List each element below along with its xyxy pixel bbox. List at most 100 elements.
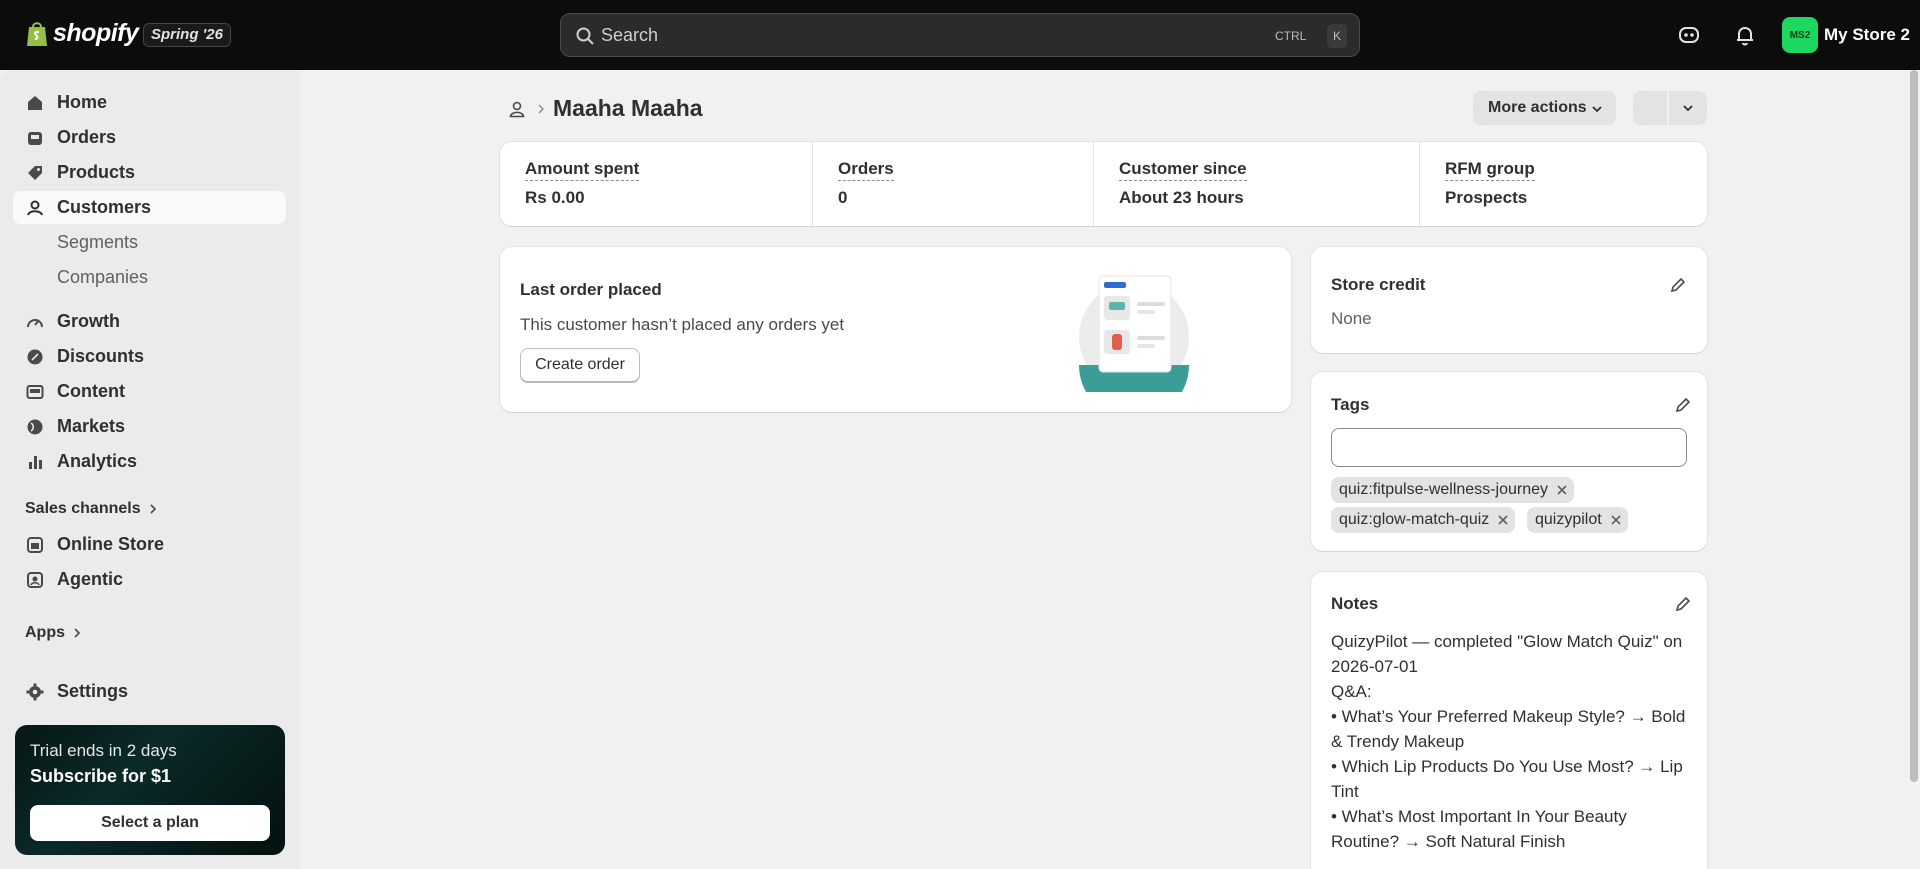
sidebar-item-customers[interactable]: Customers xyxy=(13,191,286,224)
tag-chip: quizypilot xyxy=(1527,507,1628,533)
customer-stats-card: Amount spent Rs 0.00 Orders 0 Customer s… xyxy=(500,142,1707,226)
stat-label[interactable]: RFM group xyxy=(1445,159,1535,181)
stat-orders: Orders 0 xyxy=(813,142,919,226)
close-icon[interactable] xyxy=(1610,514,1622,526)
gauge-icon xyxy=(27,318,43,327)
sidebar-item-markets[interactable]: Markets xyxy=(13,410,286,443)
sidebar-item-home[interactable]: Home xyxy=(13,86,286,119)
sidebar-item-label: Customers xyxy=(57,197,152,217)
sidebar-item-settings[interactable]: Settings xyxy=(13,675,286,708)
sidebar-item-label: Content xyxy=(57,381,125,401)
more-actions-button[interactable]: More actions xyxy=(1473,91,1616,125)
previous-customer-button[interactable] xyxy=(1633,91,1667,125)
apps-header[interactable]: Apps xyxy=(25,624,83,642)
shopify-bag-icon xyxy=(27,21,47,46)
chevron-down-icon xyxy=(1592,106,1602,113)
sidekick-icon[interactable] xyxy=(1676,22,1702,48)
stat-customer-since: Customer since About 23 hours xyxy=(1094,142,1272,226)
sidebar-item-online-store[interactable]: Online Store xyxy=(13,528,286,561)
sidebar-item-label: Orders xyxy=(57,127,117,147)
sidebar-item-label: Analytics xyxy=(57,451,138,471)
shortcut-k: K xyxy=(1327,24,1348,48)
tags-input[interactable] xyxy=(1331,428,1687,467)
stat-label[interactable]: Orders xyxy=(838,159,894,181)
top-bar: shopify Spring '26 Search CTRL K MS2 My … xyxy=(0,0,1920,70)
shopify-logo[interactable]: shopify xyxy=(25,19,139,48)
sidebar-item-content[interactable]: Content xyxy=(13,375,286,408)
tag-label: quizypilot xyxy=(1535,511,1602,528)
tags-card: Tags quiz:fitpulse-wellness-journey quiz… xyxy=(1311,372,1707,551)
person-icon xyxy=(27,200,43,215)
sidebar-item-companies[interactable]: Companies xyxy=(13,261,286,294)
notes-card: Notes QuizyPilot — completed "Glow Match… xyxy=(1311,572,1707,869)
sidebar-item-label: Online Store xyxy=(57,534,165,554)
notes-title: Notes xyxy=(1331,594,1379,613)
sidebar-item-label: Companies xyxy=(57,267,149,287)
inbox-icon xyxy=(28,131,42,145)
close-icon[interactable] xyxy=(1556,484,1568,496)
agent-icon xyxy=(27,571,43,588)
sidebar-item-discounts[interactable]: Discounts xyxy=(13,340,286,373)
sidebar-item-analytics[interactable]: Analytics xyxy=(13,445,286,478)
tag-icon xyxy=(28,165,42,180)
image-icon xyxy=(26,384,44,399)
last-order-card: Last order placed This customer hasn’t p… xyxy=(500,247,1291,412)
pencil-icon[interactable] xyxy=(1673,594,1693,614)
sidebar-item-products[interactable]: Products xyxy=(13,156,286,189)
tag-chip: quiz:glow-match-quiz xyxy=(1331,507,1516,533)
search-icon xyxy=(576,27,594,45)
store-name: My Store 2 xyxy=(1824,25,1910,44)
pencil-icon[interactable] xyxy=(1673,395,1693,415)
sidebar-item-label: Growth xyxy=(57,311,120,331)
stat-value: Rs 0.00 xyxy=(525,188,585,207)
sidebar-item-label: Segments xyxy=(57,232,139,252)
bell-icon[interactable] xyxy=(1732,22,1758,48)
breadcrumb-chevron-icon xyxy=(538,104,544,114)
stat-label[interactable]: Amount spent xyxy=(525,159,640,181)
discount-icon xyxy=(27,349,43,364)
scrollbar-thumb[interactable] xyxy=(1910,70,1918,782)
create-order-button[interactable]: Create order xyxy=(520,348,640,382)
store-menu-button[interactable]: MS2 My Store 2 xyxy=(1782,17,1910,53)
page-title: Maaha Maaha xyxy=(553,95,703,121)
sidebar-item-segments[interactable]: Segments xyxy=(13,226,286,259)
tags-title: Tags xyxy=(1331,395,1370,414)
sidebar-item-label: Home xyxy=(57,92,108,112)
stat-rfm-group: RFM group Prospects xyxy=(1420,142,1560,226)
sidebar-item-growth[interactable]: Growth xyxy=(13,305,286,338)
search-bar[interactable]: Search CTRL K xyxy=(560,13,1360,57)
sidebar-item-orders[interactable]: Orders xyxy=(13,121,286,154)
last-order-title: Last order placed xyxy=(520,280,662,299)
stat-amount-spent: Amount spent Rs 0.00 xyxy=(500,142,664,226)
store-credit-title: Store credit xyxy=(1331,275,1426,294)
no-orders-message: This customer hasn’t placed any orders y… xyxy=(520,315,845,334)
brand-name: shopify xyxy=(53,19,139,47)
sidebar: Home Orders Products Customers Segments … xyxy=(0,70,300,869)
sidebar-item-label: Settings xyxy=(57,681,129,701)
next-customer-button[interactable] xyxy=(1669,91,1707,125)
close-icon[interactable] xyxy=(1497,514,1509,526)
scrollbar[interactable] xyxy=(1908,70,1920,869)
sales-channels-header[interactable]: Sales channels xyxy=(25,500,159,518)
tag-label: quiz:fitpulse-wellness-journey xyxy=(1339,481,1548,498)
store-icon xyxy=(27,536,43,553)
notes-text: QuizyPilot — completed "Glow Match Quiz"… xyxy=(1331,632,1686,869)
sidebar-item-agentic[interactable]: Agentic xyxy=(13,563,286,596)
stat-label[interactable]: Customer since xyxy=(1119,159,1247,181)
bar-chart-icon xyxy=(29,455,42,469)
sidebar-item-label: Agentic xyxy=(57,569,124,589)
apps-label: Apps xyxy=(25,624,65,641)
select-plan-button[interactable]: Select a plan xyxy=(30,805,270,841)
globe-icon xyxy=(27,419,43,434)
trial-ends-text: Trial ends in 2 days xyxy=(30,741,177,760)
store-credit-card: Store credit None xyxy=(1311,247,1707,353)
tag-label: quiz:glow-match-quiz xyxy=(1339,511,1490,528)
store-credit-value: None xyxy=(1331,309,1372,328)
sales-channels-label: Sales channels xyxy=(25,500,141,517)
trial-banner: Trial ends in 2 days Subscribe for $1 Se… xyxy=(15,725,285,855)
store-avatar: MS2 xyxy=(1782,17,1818,53)
search-placeholder: Search xyxy=(601,25,659,45)
stat-value: About 23 hours xyxy=(1119,188,1244,207)
pencil-icon[interactable] xyxy=(1668,275,1688,295)
sidebar-item-label: Products xyxy=(57,162,136,182)
